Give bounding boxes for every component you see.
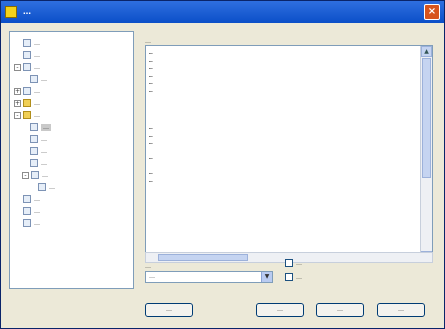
tree-item-general[interactable]: … <box>14 38 40 48</box>
tree-item-mail-management[interactable]: - … <box>14 62 40 72</box>
ok-button[interactable]: … <box>256 303 304 317</box>
doc-icon <box>30 147 38 155</box>
close-button[interactable]: × <box>424 4 440 20</box>
collapse-icon[interactable]: - <box>14 111 21 119</box>
vertical-scrollbar[interactable]: ▲ ▼ <box>420 46 432 262</box>
title-bar[interactable]: … × <box>1 1 444 23</box>
tree-item-label: … <box>34 63 40 71</box>
doc-icon <box>23 51 31 59</box>
window-title: … <box>23 7 31 16</box>
doc-icon <box>23 39 31 47</box>
doc-icon <box>23 63 31 71</box>
tree-item-reading-confirmation[interactable]: … <box>30 158 47 168</box>
tree-item-reply[interactable]: … <box>30 134 47 144</box>
charset-select[interactable]: … ▼ <box>145 271 273 283</box>
tree-item-label: … <box>41 159 47 167</box>
reading-confirmation-checkbox[interactable]: … <box>285 273 302 281</box>
tree-item-label: … <box>49 183 55 191</box>
tree-item-files-directories[interactable]: + … <box>14 98 40 108</box>
tree-item-label: … <box>34 111 40 119</box>
tree-item-options[interactable]: + … <box>14 86 40 96</box>
charset-label: … <box>145 263 151 270</box>
tree-item-label: … <box>41 123 51 131</box>
tree-item-quick-reply[interactable]: - … <box>22 170 48 180</box>
message-receipt-checkbox[interactable]: … <box>285 259 302 267</box>
scroll-up-icon[interactable]: ▲ <box>421 46 432 57</box>
help-button[interactable]: … <box>377 303 425 317</box>
doc-icon <box>30 75 38 83</box>
doc-icon <box>23 207 31 215</box>
tree-item-label: … <box>41 135 47 143</box>
doc-icon <box>23 219 31 227</box>
collapse-icon[interactable]: - <box>14 63 21 71</box>
charset-value: … <box>149 273 155 280</box>
tree-item-sound[interactable]: … <box>14 194 40 204</box>
scrollbar-thumb[interactable] <box>422 58 431 178</box>
app-icon <box>5 6 17 18</box>
tree-item-forward[interactable]: … <box>30 146 47 156</box>
tree-item-templates[interactable]: - … <box>14 110 40 120</box>
checkbox-label: … <box>296 273 302 281</box>
template-label: … <box>145 38 151 45</box>
expand-icon[interactable]: + <box>14 99 21 107</box>
doc-icon <box>30 135 38 143</box>
tree-item-label: … <box>34 39 40 47</box>
doc-icon <box>23 87 31 95</box>
checkbox-box[interactable] <box>285 259 293 267</box>
doc-icon <box>38 183 46 191</box>
doc-icon <box>30 159 38 167</box>
doc-icon <box>30 123 38 131</box>
tree-item-deletion[interactable]: … <box>30 74 47 84</box>
doc-icon <box>31 171 39 179</box>
chevron-down-icon[interactable]: ▼ <box>261 272 272 282</box>
macros-button[interactable]: … <box>145 303 193 317</box>
tree-item-label: … <box>41 75 47 83</box>
tree-item-label: … <box>34 87 40 95</box>
collapse-icon[interactable]: - <box>22 171 29 179</box>
tree-item-network[interactable]: … <box>14 206 40 216</box>
scrollbar-thumb[interactable] <box>158 254 248 261</box>
tree-item-label: … <box>42 171 48 179</box>
folder-icon <box>23 99 31 107</box>
tree-item-label: … <box>34 195 40 203</box>
account-properties-window: … × … … - … … + … + … - … … … … … - … … … <box>0 0 445 329</box>
checkbox-box[interactable] <box>285 273 293 281</box>
doc-icon <box>23 195 31 203</box>
cancel-button[interactable]: … <box>316 303 364 317</box>
tree-item-label: … <box>34 207 40 215</box>
tree-item-label: … <box>34 51 40 59</box>
settings-tree: … … - … … + … + … - … … … … … - … … … … … <box>9 31 134 289</box>
tree-item-new-message[interactable]: … <box>30 122 51 132</box>
folder-icon <box>23 111 31 119</box>
tree-item-label: … <box>41 147 47 155</box>
tree-item-label: … <box>34 219 40 227</box>
template-text[interactable]: … … … … … … … … … … … … <box>149 49 418 184</box>
tree-item-label: … <box>34 99 40 107</box>
tree-item-cookies[interactable]: … <box>38 182 55 192</box>
checkbox-label: … <box>296 259 302 267</box>
tree-item-macro[interactable]: … <box>14 218 40 228</box>
expand-icon[interactable]: + <box>14 87 21 95</box>
template-editor[interactable]: … … … … … … … … … … … … ▲ ▼ <box>145 45 433 263</box>
tree-item-transport[interactable]: … <box>14 50 40 60</box>
